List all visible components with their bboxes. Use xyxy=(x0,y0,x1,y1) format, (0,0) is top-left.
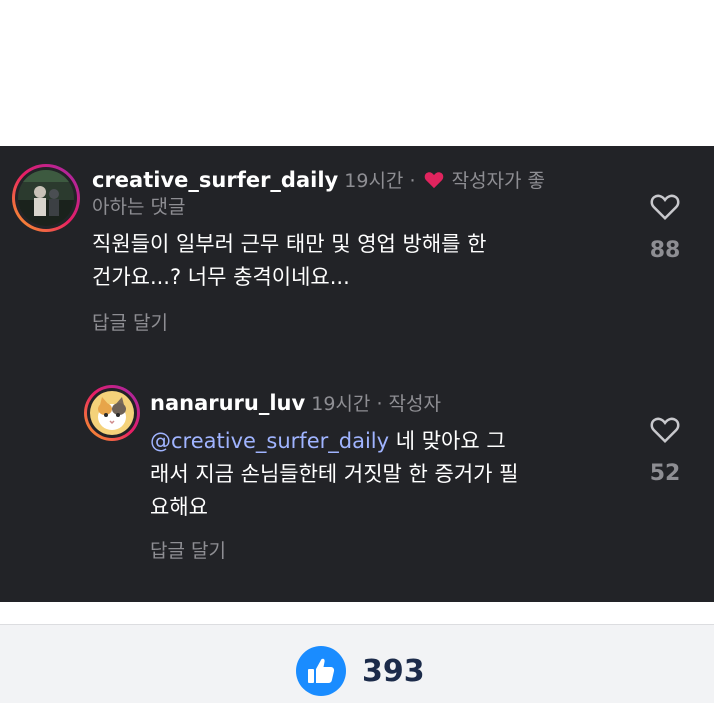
comment-text-line: 래서 지금 손님들한테 거짓말 한 증거가 필 xyxy=(150,462,519,486)
comment-time: 19시간 xyxy=(311,393,371,415)
like-count: 52 xyxy=(649,461,681,486)
comment-text: 직원들이 일부러 근무 태만 및 영업 방해를 한 건가요...? 너무 충격이… xyxy=(92,228,487,294)
author-liked-badge: 작성자가 좋 xyxy=(451,170,546,192)
comment-text-line: 직원들이 일부러 근무 태만 및 영업 방해를 한 xyxy=(92,232,487,256)
comment-text-line: 건가요...? 너무 충격이네요... xyxy=(92,265,350,289)
comment-time: 19시간 xyxy=(344,170,404,192)
author-badge: 작성자 xyxy=(388,393,441,415)
like-count: 88 xyxy=(649,238,681,263)
thumbs-up-icon[interactable] xyxy=(296,646,346,696)
separator: · xyxy=(376,393,383,415)
comment-text-line: 요해요 xyxy=(150,495,208,519)
heart-outline-icon[interactable] xyxy=(650,193,680,221)
username[interactable]: nanaruru_luv xyxy=(150,391,305,415)
reply-button[interactable]: 답글 달기 xyxy=(92,310,168,336)
heart-outline-icon[interactable] xyxy=(650,416,680,444)
comment-header: nanaruru_luv 19시간 · 작성자 xyxy=(150,388,441,419)
separator: · xyxy=(409,170,416,192)
reaction-count: 393 xyxy=(362,654,425,689)
username[interactable]: creative_surfer_daily xyxy=(92,168,338,192)
avatar[interactable] xyxy=(84,385,140,441)
author-liked-badge-cont: 아하는 댓글 xyxy=(92,196,186,218)
comment-text: @creative_surfer_daily 네 맞아요 그 래서 지금 손님들… xyxy=(150,425,519,524)
reaction-bar xyxy=(0,624,714,703)
comment-text-line: @creative_surfer_daily 네 맞아요 그 xyxy=(150,425,519,458)
avatar[interactable] xyxy=(12,164,80,232)
heart-icon xyxy=(424,172,443,189)
mention-link[interactable]: @creative_surfer_daily xyxy=(150,429,389,453)
comment-text-fragment: 네 맞아요 그 xyxy=(389,429,506,453)
reply-button[interactable]: 답글 달기 xyxy=(150,538,226,564)
